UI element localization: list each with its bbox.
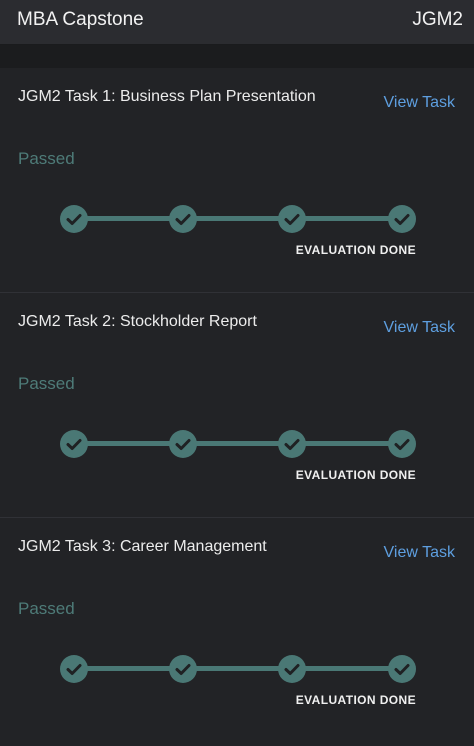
task-title: JGM2 Task 2: Stockholder Report — [18, 313, 257, 330]
checkmark-icon — [284, 664, 300, 675]
checkmark-icon — [175, 664, 191, 675]
progress-step — [60, 205, 88, 233]
progress-line — [73, 216, 403, 221]
task-card: JGM2 Task 3: Career Management View Task… — [0, 518, 474, 742]
checkmark-icon — [284, 214, 300, 225]
app-header: MBA Capstone JGM2 — [0, 0, 474, 45]
header-spacer — [0, 45, 474, 68]
progress-tracker — [60, 655, 416, 683]
course-code: JGM2 — [412, 9, 463, 30]
task-card: JGM2 Task 1: Business Plan Presentation … — [0, 68, 474, 293]
progress-step — [169, 655, 197, 683]
checkmark-icon — [394, 214, 410, 225]
checkmark-icon — [284, 439, 300, 450]
course-title: MBA Capstone — [17, 9, 144, 30]
view-task-link[interactable]: View Task — [384, 544, 455, 562]
stage-label: EVALUATION DONE — [295, 468, 416, 482]
task-title: JGM2 Task 1: Business Plan Presentation — [18, 88, 316, 105]
progress-step — [60, 655, 88, 683]
progress-step — [278, 655, 306, 683]
task-status: Passed — [18, 149, 75, 168]
progress-step — [169, 430, 197, 458]
progress-step — [388, 655, 416, 683]
progress-line — [73, 441, 403, 446]
checkmark-icon — [394, 439, 410, 450]
app-screen: MBA Capstone JGM2 JGM2 Task 1: Business … — [0, 0, 474, 746]
progress-tracker — [60, 205, 416, 233]
checkmark-icon — [66, 439, 82, 450]
task-card: JGM2 Task 2: Stockholder Report View Tas… — [0, 293, 474, 518]
checkmark-icon — [66, 214, 82, 225]
progress-line — [73, 666, 403, 671]
stage-label: EVALUATION DONE — [295, 243, 416, 257]
view-task-link[interactable]: View Task — [384, 94, 455, 112]
task-list: JGM2 Task 1: Business Plan Presentation … — [0, 68, 474, 742]
progress-tracker — [60, 430, 416, 458]
checkmark-icon — [394, 664, 410, 675]
progress-step — [388, 430, 416, 458]
task-status: Passed — [18, 599, 75, 618]
progress-step — [278, 205, 306, 233]
progress-step — [278, 430, 306, 458]
progress-step — [388, 205, 416, 233]
checkmark-icon — [175, 214, 191, 225]
task-title: JGM2 Task 3: Career Management — [18, 538, 267, 555]
checkmark-icon — [175, 439, 191, 450]
stage-label: EVALUATION DONE — [295, 693, 416, 707]
progress-step — [60, 430, 88, 458]
progress-step — [169, 205, 197, 233]
view-task-link[interactable]: View Task — [384, 319, 455, 337]
task-status: Passed — [18, 374, 75, 393]
checkmark-icon — [66, 664, 82, 675]
